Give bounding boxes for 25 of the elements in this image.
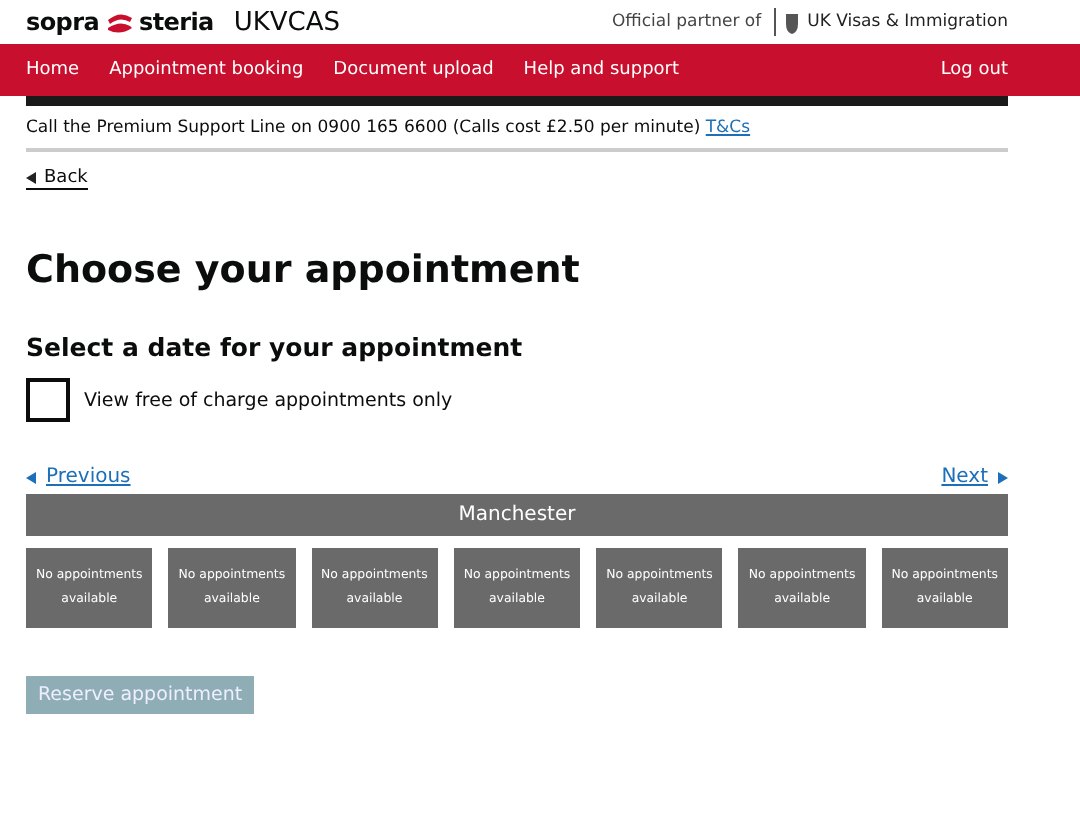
crest-icon: [783, 10, 800, 34]
nav-link[interactable]: Home: [26, 60, 80, 80]
section-title: Select a date for your appointment: [26, 332, 525, 362]
terms-link[interactable]: T&Cs: [705, 118, 751, 138]
brand-name: sopra: [26, 8, 99, 36]
nav-link[interactable]: Help and support: [523, 60, 680, 80]
checkbox-label: View free of charge appointments only: [84, 389, 453, 411]
location-header: Manchester: [26, 494, 1008, 536]
partner-label: Official partner of: [611, 12, 762, 32]
checkbox[interactable]: [26, 378, 70, 422]
partner-name: UK Visas & Immigration: [807, 12, 1008, 32]
support-text: Call the Premium Support Line on 0900 165 6600 (Calls cost £2.50 per minute): [26, 118, 701, 138]
logout-link[interactable]: Log out: [940, 60, 1008, 80]
nav-link[interactable]: Appointment booking: [109, 60, 304, 80]
page-title: Choose your appointment: [26, 248, 582, 292]
product-name: UKVCAS: [233, 7, 341, 37]
brand-name: steria: [139, 8, 214, 36]
nav-link[interactable]: Document upload: [333, 60, 494, 80]
caret-icon: [26, 172, 36, 184]
back-link[interactable]: Back: [26, 168, 88, 190]
caret-icon: [998, 471, 1008, 483]
logo-icon: [103, 11, 135, 33]
previous-link[interactable]: Previous: [26, 466, 131, 488]
caret-icon: [26, 471, 36, 483]
next-link[interactable]: Next: [941, 466, 1008, 488]
